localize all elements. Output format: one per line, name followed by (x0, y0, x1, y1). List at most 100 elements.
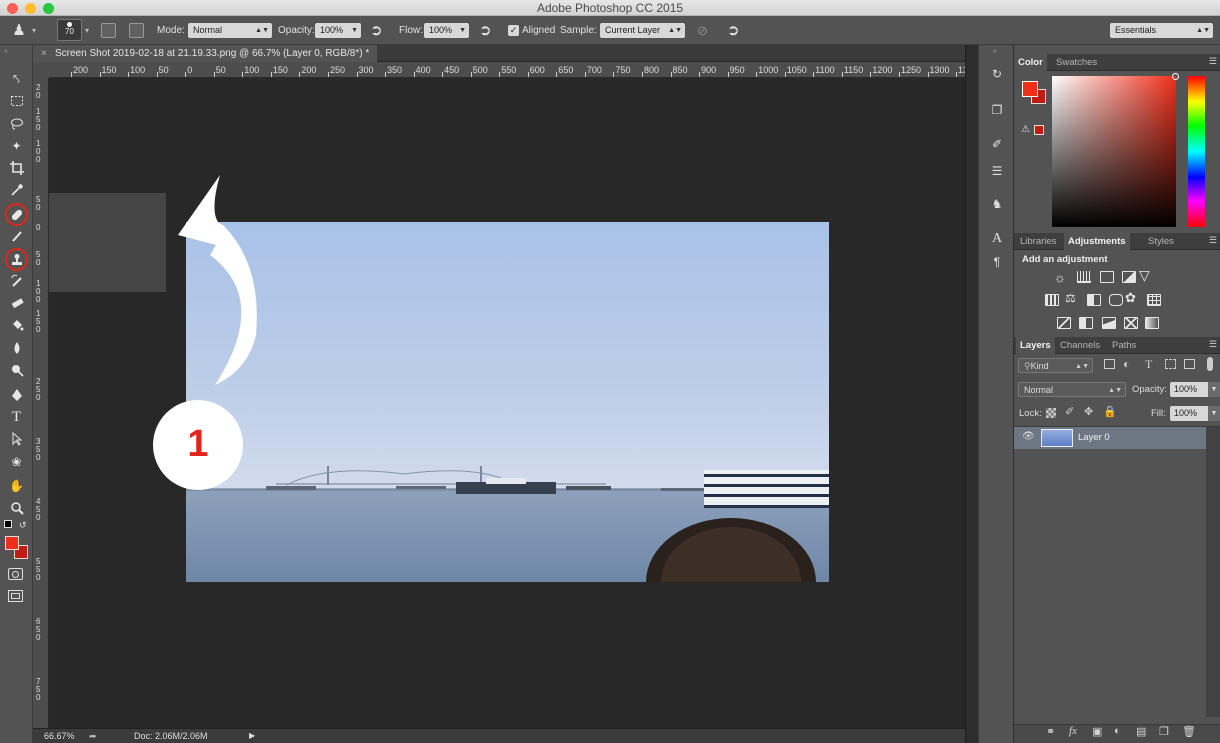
swap-colors-icon[interactable]: ↺ (19, 520, 27, 531)
sample-dropdown[interactable]: Current Layer ▲▼ (600, 23, 685, 38)
airbrush-icon[interactable]: ➲ (479, 16, 492, 45)
flow-field[interactable]: 100% ▼ (424, 23, 469, 38)
threshold-icon[interactable] (1102, 317, 1116, 329)
close-window-button[interactable] (7, 3, 18, 14)
workspace-dropdown[interactable]: Essentials ▲▼ (1110, 23, 1213, 38)
ruler-origin[interactable] (33, 62, 49, 78)
ignore-adjustment-layers-icon[interactable]: ⊘ (697, 16, 708, 45)
brush-presets-icon[interactable]: ✐ (988, 135, 1006, 153)
panel-menu-icon[interactable]: ☰ (1209, 56, 1217, 67)
zoom-window-button[interactable] (43, 3, 54, 14)
tab-color[interactable]: Color (1014, 54, 1047, 71)
brush-panel-toggle-icon[interactable] (101, 23, 116, 38)
black-white-icon[interactable] (1087, 294, 1101, 306)
eye-visibility-icon[interactable]: 👁 (1022, 431, 1035, 442)
chevron-down-icon[interactable]: ▾ (32, 16, 36, 45)
fx-icon[interactable]: fx (1069, 725, 1077, 737)
brush-preset-picker[interactable]: 70 (57, 19, 82, 41)
marquee-icon[interactable] (6, 91, 27, 111)
document-tab[interactable]: × Screen Shot 2019-02-18 at 21.19.33.png… (33, 45, 378, 62)
posterize-icon[interactable] (1079, 317, 1093, 329)
hue-slider[interactable] (1188, 76, 1205, 227)
collapse-icon[interactable]: « (993, 48, 997, 55)
character-panel-icon[interactable]: A (988, 230, 1006, 248)
pressure-opacity-icon[interactable]: ➲ (370, 16, 383, 45)
type-icon[interactable]: T (6, 407, 27, 427)
chevron-down-icon[interactable]: ▼ (1208, 406, 1220, 421)
crop-icon[interactable] (6, 158, 27, 178)
lasso-icon[interactable] (6, 114, 27, 134)
photo-filter-icon[interactable] (1109, 294, 1123, 306)
foreground-color-swatch[interactable] (5, 536, 19, 550)
layer-filter-dropdown[interactable]: ⚲Kind ▲▼ (1018, 358, 1093, 373)
mode-dropdown[interactable]: Normal ▲▼ (188, 23, 272, 38)
color-lookup-icon[interactable] (1147, 294, 1161, 306)
channel-mixer-icon[interactable]: ✿ (1125, 290, 1136, 306)
vertical-ruler[interactable]: 20 150 100 50 0 50 100 150 250 350 450 5… (33, 78, 49, 728)
minimize-window-button[interactable] (25, 3, 36, 14)
lock-position-icon[interactable]: ✥ (1084, 405, 1093, 418)
blend-mode-dropdown[interactable]: Normal ▲▼ (1018, 382, 1126, 397)
trash-icon[interactable]: 🗑 (1182, 725, 1196, 738)
curves-icon[interactable] (1100, 271, 1114, 283)
color-picker-marker[interactable] (1172, 73, 1179, 80)
tab-channels[interactable]: Channels (1056, 337, 1104, 354)
status-menu-arrow-icon[interactable]: ▶ (249, 729, 255, 743)
tool-presets-icon[interactable]: ♞ (988, 195, 1006, 213)
link-layers-icon[interactable]: ⚭ (1046, 725, 1055, 738)
horizontal-ruler[interactable]: 200 150 100 50 0 50 100 150 200 250 300 350 400 450 50… (49, 62, 965, 78)
brush-icon[interactable] (6, 226, 27, 246)
share-icon[interactable]: ➦ (89, 729, 97, 743)
chevron-down-icon[interactable]: ▾ (85, 16, 89, 45)
filter-toggle-icon[interactable] (1207, 357, 1213, 371)
pressure-size-icon[interactable]: ➲ (727, 16, 740, 45)
tab-styles[interactable]: Styles (1144, 233, 1178, 250)
filter-adjustment-icon[interactable]: ◐ (1123, 357, 1130, 371)
color-field[interactable] (1052, 73, 1179, 227)
brightness-contrast-icon[interactable]: ☼ (1054, 270, 1066, 285)
vertical-scrollbar[interactable] (965, 45, 978, 743)
layer-name[interactable]: Layer 0 (1078, 432, 1110, 443)
tab-layers[interactable]: Layers (1016, 337, 1055, 354)
tab-paths[interactable]: Paths (1108, 337, 1140, 354)
pen-icon[interactable] (6, 385, 27, 405)
dodge-icon[interactable] (6, 360, 27, 380)
magic-wand-icon[interactable]: ✦ (6, 136, 27, 156)
layer-row[interactable]: 👁 Layer 0 (1014, 427, 1206, 449)
aligned-checkbox[interactable]: ✓ (508, 25, 519, 36)
clone-stamp-tool-preset-icon[interactable]: ♟ (8, 16, 30, 45)
photo-layer-content[interactable] (186, 222, 829, 582)
tab-libraries[interactable]: Libraries (1016, 233, 1060, 250)
filter-type-icon[interactable]: T (1145, 357, 1152, 372)
eyedropper-icon[interactable] (6, 180, 27, 200)
add-mask-icon[interactable]: ▣ (1092, 725, 1102, 738)
filter-shape-icon[interactable] (1165, 359, 1176, 369)
quick-mask-icon[interactable] (8, 568, 23, 580)
properties-icon[interactable]: ☰ (988, 162, 1006, 180)
hue-saturation-icon[interactable] (1045, 294, 1059, 306)
invert-icon[interactable] (1057, 317, 1071, 329)
clone-source-panel-icon[interactable] (129, 23, 144, 38)
lock-image-icon[interactable]: ✐ (1065, 405, 1074, 418)
paragraph-panel-icon[interactable]: ¶ (988, 253, 1006, 271)
hand-icon[interactable]: ✋ (6, 476, 27, 496)
clone-source-icon[interactable]: ❐ (988, 101, 1006, 119)
color-foreground-swatch[interactable] (1022, 81, 1038, 97)
collapse-icon[interactable]: » (4, 48, 8, 55)
gradient-map-icon[interactable] (1145, 317, 1159, 329)
zoom-icon[interactable] (6, 498, 27, 518)
screen-mode-icon[interactable] (8, 590, 23, 602)
tab-swatches[interactable]: Swatches (1052, 54, 1101, 71)
close-tab-icon[interactable]: × (41, 45, 47, 62)
panel-menu-icon[interactable]: ☰ (1209, 339, 1217, 350)
selective-color-icon[interactable] (1124, 317, 1138, 329)
clone-stamp-icon[interactable] (5, 248, 28, 271)
healing-brush-icon[interactable] (5, 203, 28, 226)
layers-scrollbar[interactable] (1206, 427, 1220, 717)
eraser-icon[interactable] (6, 293, 27, 313)
default-colors-icon[interactable] (4, 520, 12, 528)
chevron-down-icon[interactable]: ▼ (1208, 382, 1220, 397)
move-icon[interactable]: ⤣ (6, 69, 27, 89)
new-layer-icon[interactable]: ❐ (1159, 725, 1169, 738)
blur-icon[interactable] (6, 338, 27, 358)
